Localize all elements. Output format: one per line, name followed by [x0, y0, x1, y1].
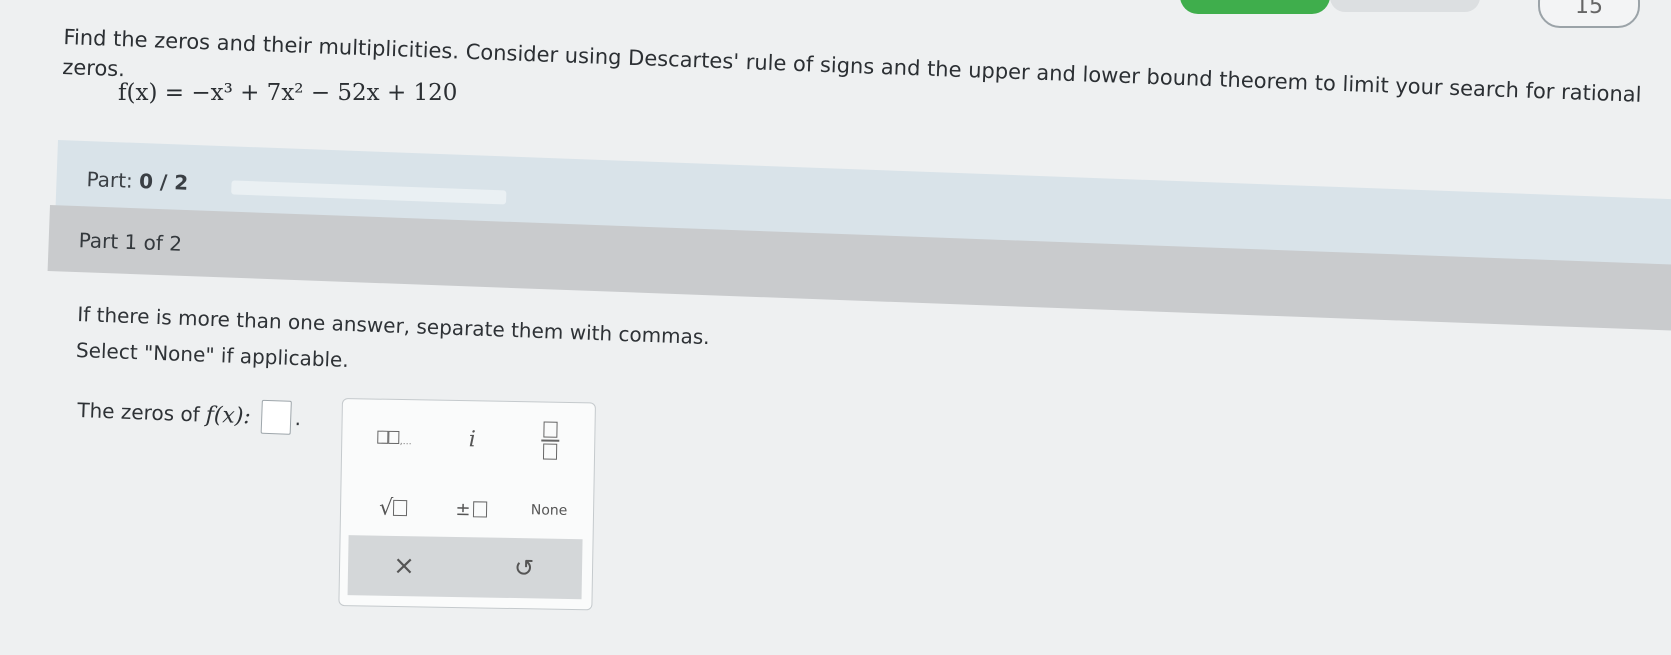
part-progress-label: Part: 0 / 2: [86, 167, 188, 195]
part-label-text: Part:: [86, 167, 134, 193]
square-root-key[interactable]: √: [361, 487, 426, 528]
answer-input[interactable]: [260, 399, 292, 435]
list-icon: ,…: [376, 428, 412, 448]
fraction-key[interactable]: [518, 420, 583, 461]
imaginary-unit-label: i: [468, 426, 477, 452]
answer-label: The zeros of: [76, 397, 201, 427]
undo-button[interactable]: ↺: [494, 548, 555, 589]
square-root-icon: √: [378, 495, 394, 521]
part-count: 0 / 2: [138, 169, 189, 195]
none-key[interactable]: None: [517, 490, 582, 531]
function-formula: f(x) = −x³ + 7x² − 52x + 120: [118, 80, 458, 106]
clear-button[interactable]: ×: [374, 546, 435, 587]
fraction-icon: [541, 421, 560, 460]
list-key[interactable]: ,…: [362, 417, 427, 458]
answer-row: The zeros of f(x): .: [77, 393, 302, 435]
question-number: 15: [1575, 0, 1603, 19]
none-label: None: [530, 502, 568, 519]
top-green-button[interactable]: [1180, 0, 1330, 14]
progress-fill: [231, 180, 232, 195]
answer-function: f(x):: [205, 402, 252, 429]
progress-track: [231, 180, 507, 205]
plus-minus-key[interactable]: ±: [439, 489, 504, 530]
part-title: Part 1 of 2: [78, 228, 183, 256]
top-gray-button[interactable]: [1330, 0, 1480, 12]
question-number-badge[interactable]: 15: [1538, 0, 1640, 28]
math-keypad: ,… i √ ± None × ↺: [338, 398, 596, 611]
imaginary-unit-key[interactable]: i: [440, 419, 505, 460]
plus-minus-icon: ±: [455, 498, 471, 520]
answer-period: .: [294, 405, 302, 431]
close-icon: ×: [392, 550, 416, 582]
instructions: If there is more than one answer, separa…: [75, 296, 877, 397]
keypad-actions: × ↺: [347, 535, 583, 600]
undo-icon: ↺: [513, 554, 535, 583]
